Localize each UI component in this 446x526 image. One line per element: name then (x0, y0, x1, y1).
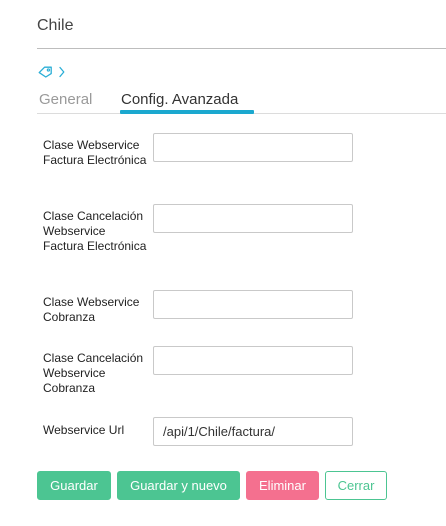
input-clase-webservice-cobranza[interactable] (153, 290, 353, 319)
page-header: Chile (0, 0, 446, 50)
save-button[interactable]: Guardar (37, 471, 111, 500)
tag-icon[interactable] (38, 66, 53, 78)
page-title: Chile (37, 17, 74, 34)
input-webservice-url[interactable] (153, 417, 353, 446)
input-clase-cancelacion-webservice-factura[interactable] (153, 204, 353, 233)
tab-config-avanzada[interactable]: Config. Avanzada (121, 91, 238, 108)
label-clase-cancelacion-webservice-cobranza: Clase Cancelación Webservice Cobranza (43, 351, 144, 396)
close-button[interactable]: Cerrar (325, 471, 387, 500)
tab-general[interactable]: General (39, 91, 92, 108)
header-divider (37, 48, 446, 49)
breadcrumb (38, 64, 65, 80)
label-clase-webservice-factura: Clase Webservice Factura Electrónica (43, 138, 147, 168)
save-and-new-button[interactable]: Guardar y nuevo (117, 471, 240, 500)
input-clase-webservice-factura[interactable] (153, 133, 353, 162)
active-tab-indicator (120, 110, 254, 114)
delete-button[interactable]: Eliminar (246, 471, 319, 500)
chevron-right-icon (59, 66, 65, 78)
label-clase-webservice-cobranza: Clase Webservice Cobranza (43, 295, 140, 325)
input-clase-cancelacion-webservice-cobranza[interactable] (153, 346, 353, 375)
label-clase-cancelacion-webservice-factura: Clase Cancelación Webservice Factura Ele… (43, 209, 147, 254)
label-webservice-url: Webservice Url (43, 423, 125, 437)
tab-bar: General Config. Avanzada (0, 86, 446, 114)
